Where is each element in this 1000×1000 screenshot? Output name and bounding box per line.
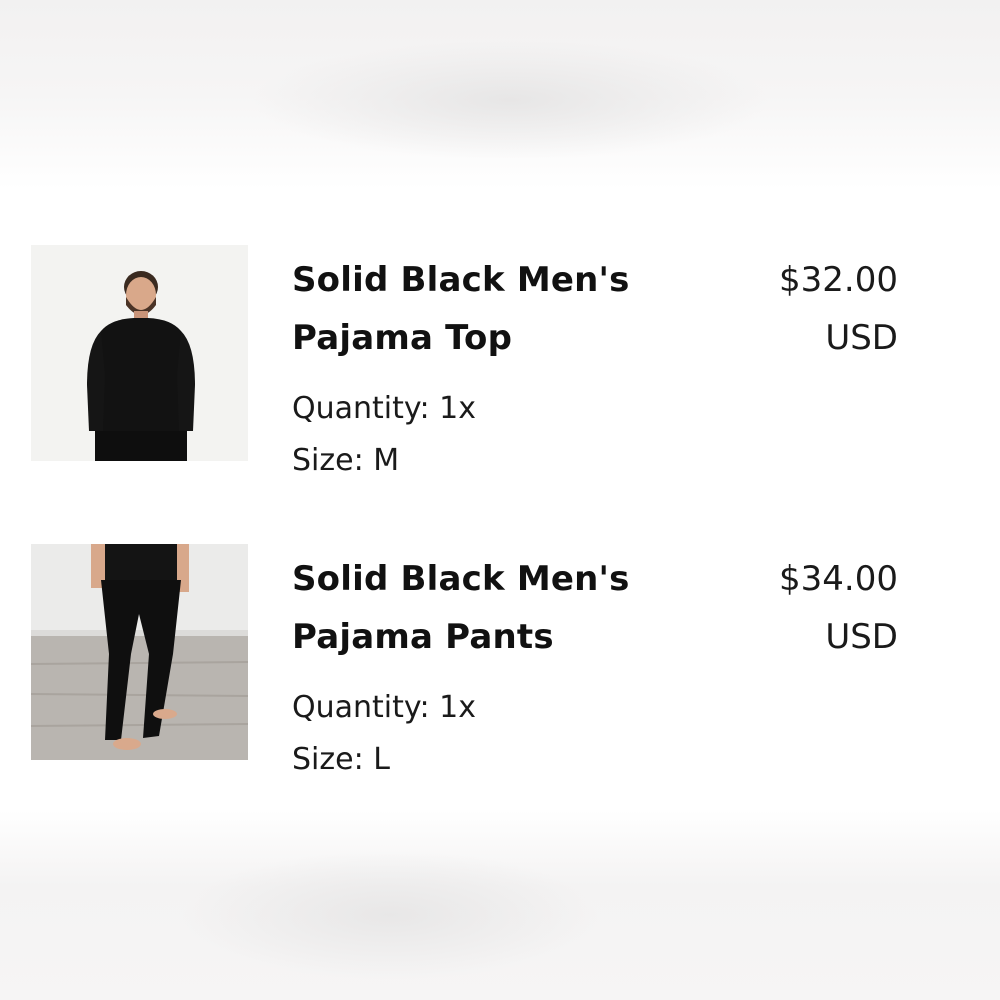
product-image-pajama-top[interactable] xyxy=(31,245,248,461)
price-amount: $32.00 xyxy=(779,260,898,300)
product-price: $32.00 USD xyxy=(698,251,898,367)
product-name[interactable]: Solid Black Men's Pajama Pants xyxy=(292,550,712,666)
price-currency: USD xyxy=(825,318,898,358)
size-line: Size: L xyxy=(292,734,476,786)
price-currency: USD xyxy=(825,617,898,657)
quantity-value: 1x xyxy=(439,391,476,426)
price-amount: $34.00 xyxy=(779,559,898,599)
cart-line-item: Solid Black Men's Pajama Top $32.00 USD … xyxy=(0,245,1000,495)
product-name[interactable]: Solid Black Men's Pajama Top xyxy=(292,251,712,367)
product-details: Quantity: 1x Size: M xyxy=(292,383,476,487)
size-label: Size: xyxy=(292,742,364,777)
size-value: M xyxy=(373,443,400,478)
quantity-label: Quantity: xyxy=(292,391,430,426)
cart-summary-card: Solid Black Men's Pajama Top $32.00 USD … xyxy=(0,190,1000,810)
page: Solid Black Men's Pajama Top $32.00 USD … xyxy=(0,0,1000,1000)
blurred-background-bottom xyxy=(0,810,1000,1000)
size-value: L xyxy=(373,742,390,777)
quantity-value: 1x xyxy=(439,690,476,725)
product-price: $34.00 USD xyxy=(698,550,898,666)
quantity-line: Quantity: 1x xyxy=(292,682,476,734)
cart-line-item: Solid Black Men's Pajama Pants $34.00 US… xyxy=(0,544,1000,794)
quantity-label: Quantity: xyxy=(292,690,430,725)
blurred-background-top xyxy=(0,0,1000,190)
quantity-line: Quantity: 1x xyxy=(292,383,476,435)
size-line: Size: M xyxy=(292,435,476,487)
product-details: Quantity: 1x Size: L xyxy=(292,682,476,786)
product-image-pajama-pants[interactable] xyxy=(31,544,248,760)
size-label: Size: xyxy=(292,443,364,478)
